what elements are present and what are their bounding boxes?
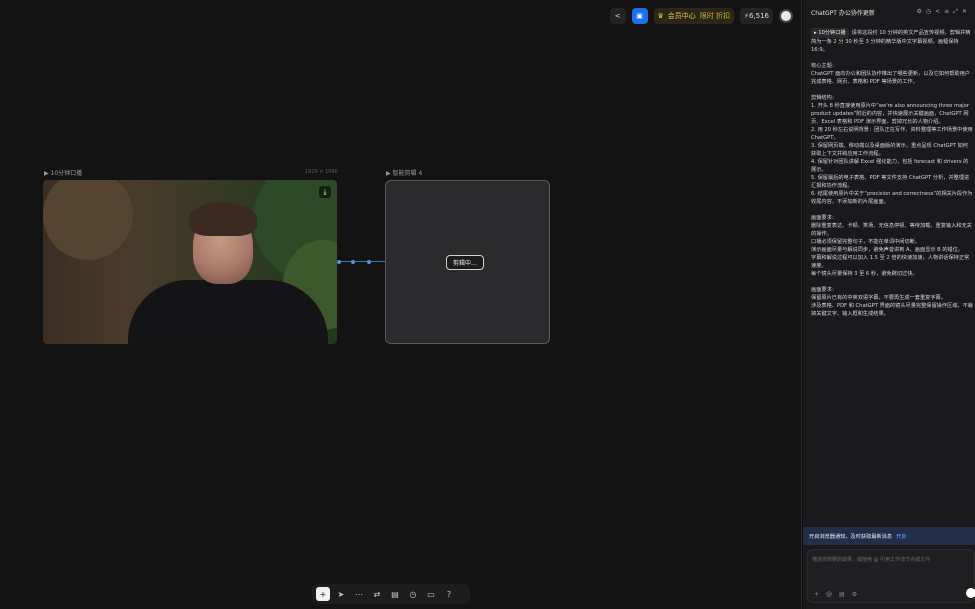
connect-icon[interactable]: ⇄ [370, 587, 384, 601]
video-node-title: ▶ 10分钟口播 [44, 170, 83, 177]
settings-icon[interactable]: ⚙ [852, 591, 857, 598]
share-icon[interactable]: < [935, 8, 940, 16]
panel-title: ChatGPT 办公协作更新 [811, 9, 875, 17]
top-toolbar: < ▣ ♛ 会员中心 限时 折扣 ⚡ 6,516 [609, 8, 793, 24]
history-icon[interactable]: ◷ [406, 587, 420, 601]
person-hair [189, 202, 257, 236]
at-icon[interactable]: @ [826, 591, 832, 598]
smart-node-title: ▶ 智能剪辑 4 [386, 170, 423, 177]
add-icon[interactable]: + [316, 587, 330, 601]
video-node[interactable]: ⤓ [43, 180, 337, 344]
share-nodes-icon[interactable]: ⋯ [352, 587, 366, 601]
screen-icon[interactable]: ▭ [424, 587, 438, 601]
person-body [128, 280, 328, 344]
notice-text: 开启浏览器通知，及时获取最新消息 [809, 533, 893, 540]
settings-icon[interactable]: ⚙ [916, 8, 921, 16]
credits-count: 6,516 [748, 12, 769, 20]
credits-button[interactable]: ⚡ 6,516 [740, 8, 773, 24]
send-button[interactable] [966, 588, 975, 598]
paragraph-structure: 剪辑结构： 1. 开头 8 秒直接使用原片中“we're also announ… [811, 95, 973, 205]
user-message: ▸ 10分钟口播 请将这段约 10 分钟的英文产品宣传视频，剪辑并精简为一条 2 … [811, 28, 973, 317]
paragraph-subtitle: 画面要求： 保留原片已有的中英双语字幕，不要再生成一套重复字幕。 涉及表格、PD… [811, 287, 973, 317]
bottom-toolbar: + ➤ ⋯ ⇄ ▤ ◷ ▭ ? [312, 584, 470, 604]
cursor-icon[interactable]: ➤ [334, 587, 348, 601]
expand-icon[interactable]: ⤢ [953, 8, 958, 16]
paragraph-theme: 核心主题： ChatGPT 面向办公和团队协作推出了哪些更新，以及它如何帮助用户… [811, 63, 970, 85]
loading-status: 剪辑中... [446, 255, 484, 270]
clock-icon[interactable]: ◷ [926, 8, 931, 16]
chat-panel: ChatGPT 办公协作更新 ⚙ ◷ < ≡ ⤢ ✕ ▸ 10分钟口播 请将这段约… [803, 0, 975, 609]
share-icon[interactable]: < [609, 8, 626, 24]
help-icon[interactable]: ? [442, 587, 456, 601]
panel-header: ChatGPT 办公协作更新 ⚙ ◷ < ≡ ⤢ ✕ [803, 0, 975, 24]
crown-icon: ♛ [657, 12, 664, 20]
workflow-canvas[interactable]: < ▣ ♛ 会员中心 限时 折扣 ⚡ 6,516 ▶ 10分钟口播 1920 ×… [0, 0, 802, 609]
member-label: 会员中心 [667, 12, 696, 20]
member-sub-label: 限时 折扣 [699, 12, 731, 20]
bookmark-icon[interactable]: ▤ [388, 587, 402, 601]
download-icon[interactable]: ⤓ [319, 186, 331, 198]
node-connector [337, 259, 385, 264]
notification-banner: 开启浏览器通知，及时获取最新消息 开启 [803, 527, 975, 545]
paragraph-visual: 画面要求： 删除重复表达、卡顿、笑场、无信息停顿、等待加载、重复输入和无关的操作… [811, 215, 972, 277]
chat-input[interactable]: 描述你想要的效果，或使用 @ 引用工作流节点或文件 + @ ▤ ⚙ [807, 549, 975, 603]
close-icon[interactable]: ✕ [962, 8, 967, 16]
attach-icon[interactable]: ▤ [839, 591, 845, 598]
video-node-meta: 1920 × 1080 [305, 169, 338, 175]
plus-icon[interactable]: + [814, 591, 819, 598]
input-placeholder: 描述你想要的效果，或使用 @ 引用工作流节点或文件 [812, 557, 931, 563]
layout-icon[interactable]: ▣ [631, 8, 648, 24]
member-center-button[interactable]: ♛ 会员中心 限时 折扣 [653, 8, 735, 24]
avatar[interactable] [779, 9, 793, 23]
reference-chip[interactable]: ▸ 10分钟口播 [811, 28, 849, 38]
list-icon[interactable]: ≡ [944, 8, 949, 16]
smart-edit-node[interactable]: 剪辑中... [385, 180, 550, 344]
enable-notification-link[interactable]: 开启 [896, 533, 906, 540]
